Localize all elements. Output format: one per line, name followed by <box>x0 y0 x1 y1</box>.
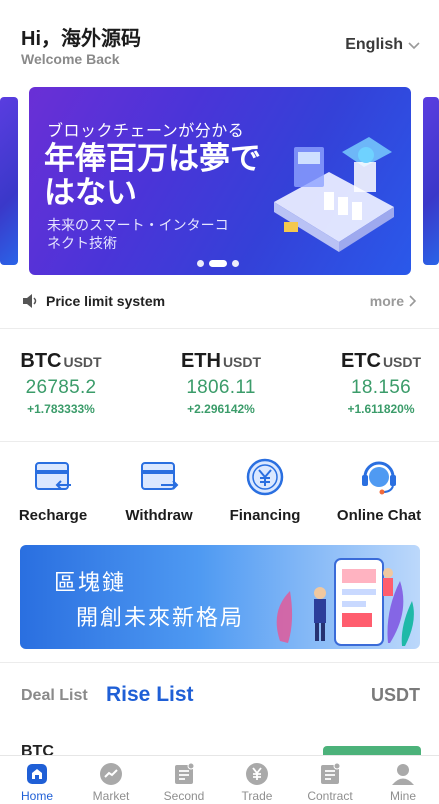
second-icon <box>175 762 195 784</box>
online-chat-button[interactable]: Online Chat <box>324 455 434 524</box>
recharge-button[interactable]: Recharge <box>0 455 108 524</box>
carousel-dot[interactable] <box>232 260 239 267</box>
phone-illustration <box>276 558 414 646</box>
withdraw-icon <box>141 462 179 490</box>
ticker-etc[interactable]: ETC USDT 18.156 +1.611820% <box>311 350 439 416</box>
online-chat-label: Online Chat <box>336 507 422 524</box>
promo-line1: 區塊鏈 <box>54 570 127 595</box>
withdraw-label: Withdraw <box>125 507 193 524</box>
ticker-price: 1806.11 <box>186 377 256 398</box>
carousel-dot[interactable] <box>197 260 204 267</box>
home-icon <box>27 764 47 784</box>
ticker-change: +1.783333% <box>27 402 95 416</box>
tab-deal-list[interactable]: Deal List <box>21 687 88 705</box>
divider <box>0 441 439 442</box>
banner-next-slide[interactable] <box>423 97 439 265</box>
chevron-right-icon <box>409 295 417 307</box>
ticker-quote: USDT <box>382 354 422 370</box>
banner-line3: 未来のスマート・インターコネクト技術 <box>47 217 229 251</box>
nav-label: Trade <box>241 789 273 803</box>
carousel-indicators <box>197 260 239 267</box>
speaker-icon <box>23 294 37 308</box>
list-tabs: Deal List Rise List USDT <box>0 674 439 718</box>
nav-market[interactable]: Market <box>75 762 147 803</box>
header: Hi，海外源码 Welcome Back English <box>0 0 439 80</box>
nav-label: Market <box>92 789 130 803</box>
ticker-change: +2.296142% <box>187 402 255 416</box>
recharge-icon <box>35 462 71 490</box>
nav-label: Mine <box>389 789 416 803</box>
nav-label: Second <box>163 789 205 803</box>
divider <box>0 328 439 329</box>
nav-mine[interactable]: Mine <box>367 762 439 803</box>
carousel-dot-active[interactable] <box>209 260 227 267</box>
notice-text: Price limit system <box>46 293 166 309</box>
financing-label: Financing <box>229 507 301 524</box>
contract-icon <box>321 762 341 784</box>
blockchain-illustration <box>274 137 394 252</box>
nav-label: Home <box>20 789 53 803</box>
trade-icon <box>246 763 268 785</box>
ticker-price: 26785.2 <box>25 377 97 398</box>
chat-icon <box>362 461 396 495</box>
nav-second[interactable]: Second <box>148 762 220 803</box>
market-icon <box>100 763 122 785</box>
nav-home[interactable]: Home <box>1 762 73 803</box>
language-label: English <box>345 36 403 53</box>
ticker-price: 18.156 <box>351 377 411 398</box>
ticker-symbol: BTC <box>20 350 62 372</box>
withdraw-button[interactable]: Withdraw <box>104 455 214 524</box>
user-icon <box>392 764 414 785</box>
ticker-quote: USDT <box>222 354 262 370</box>
banner-carousel[interactable]: ブロックチェーンが分かる 年俸百万は夢ではない 未来のスマート・インターコネクト… <box>0 87 439 275</box>
more-link[interactable]: more <box>370 293 417 309</box>
ticker-symbol: ETC <box>340 350 381 372</box>
nav-label: Contract <box>307 789 353 803</box>
promo-banner[interactable]: 區塊鏈 開創未來新格局 <box>20 545 420 649</box>
nav-trade[interactable]: Trade <box>221 762 293 803</box>
notice-bar[interactable]: Price limit system more <box>0 284 439 320</box>
banner-prev-slide[interactable] <box>0 97 18 265</box>
ticker-btc[interactable]: BTC USDT 26785.2 +1.783333% <box>0 350 131 416</box>
banner-line1: ブロックチェーンが分かる <box>47 123 245 140</box>
ticker-symbol: ETH <box>180 350 221 372</box>
bottom-nav: Home Market Second Trade Contract Mine <box>0 755 439 804</box>
ticker-change: +1.611820% <box>347 402 415 416</box>
ticker-row: BTC USDT 26785.2 +1.783333% ETH USDT 1806.… <box>0 340 439 430</box>
nav-contract[interactable]: Contract <box>294 762 366 803</box>
recharge-label: Recharge <box>18 507 88 524</box>
quick-actions: Recharge Withdraw Financing Online Chat <box>0 455 439 535</box>
welcome-text: Welcome Back <box>21 51 120 67</box>
tab-rise-list[interactable]: Rise List <box>106 683 194 707</box>
financing-icon <box>246 458 284 496</box>
language-selector[interactable]: English <box>345 36 421 54</box>
banner-slide[interactable]: ブロックチェーンが分かる 年俸百万は夢ではない 未来のスマート・インターコネクト… <box>29 87 411 275</box>
promo-line2: 開創未來新格局 <box>76 605 245 630</box>
divider <box>0 662 439 663</box>
ticker-eth[interactable]: ETH USDT 1806.11 +2.296142% <box>151 350 291 416</box>
banner-line2: 年俸百万は夢ではない <box>44 141 261 210</box>
greeting: Hi，海外源码 <box>21 28 141 50</box>
quote-currency-label: USDT <box>371 685 420 705</box>
chevron-down-icon <box>408 42 420 50</box>
more-label: more <box>369 293 404 309</box>
ticker-quote: USDT <box>63 354 102 370</box>
financing-button[interactable]: Financing <box>210 455 320 524</box>
